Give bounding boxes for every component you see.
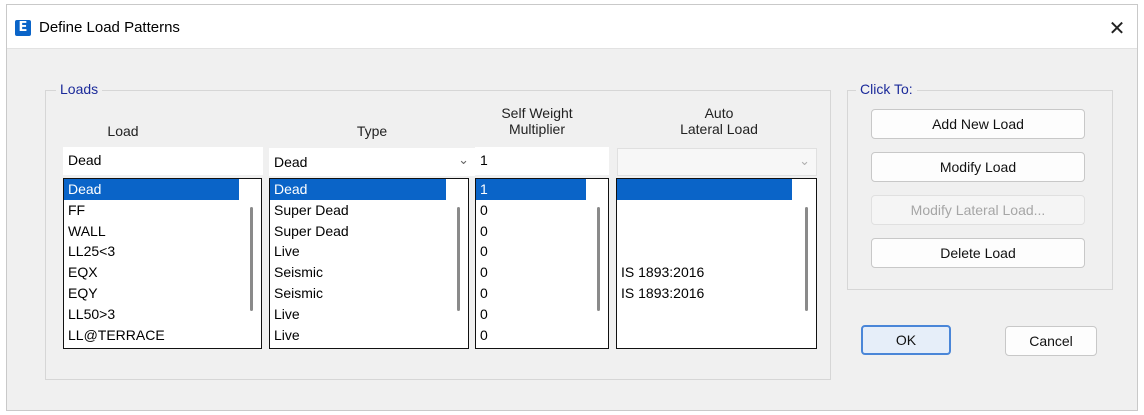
type-list[interactable]: Dead Super Dead Super Dead Live Seismic … (269, 178, 469, 349)
list-item[interactable] (617, 325, 816, 346)
cancel-button[interactable]: Cancel (1005, 326, 1097, 356)
type-combobox[interactable]: Dead ⌄ (269, 148, 475, 176)
header-auto-line2: Lateral Load (680, 121, 758, 137)
list-item[interactable] (617, 241, 816, 262)
ok-button[interactable]: OK (861, 325, 951, 355)
list-item[interactable]: Live (270, 325, 468, 346)
list-item[interactable]: Super Dead (270, 200, 468, 221)
list-item[interactable]: IS 1893:2016 (617, 283, 816, 304)
list-item[interactable]: 0 (476, 325, 608, 346)
list-item[interactable]: Super Dead (270, 221, 468, 242)
list-item[interactable]: Dead (64, 179, 239, 200)
list-item[interactable] (617, 179, 792, 200)
type-list-scrollbar[interactable] (457, 207, 460, 311)
header-self-weight-line1: Self Weight (501, 105, 573, 121)
header-auto-line1: Auto (704, 105, 734, 121)
list-item[interactable]: WALL (64, 221, 261, 242)
dialog-title: Define Load Patterns (39, 19, 180, 36)
list-item[interactable]: 0 (476, 221, 608, 242)
list-item[interactable]: Dead (270, 179, 446, 200)
add-new-load-button[interactable]: Add New Load (871, 109, 1085, 139)
list-item[interactable] (617, 200, 816, 221)
load-list-scrollbar[interactable] (250, 207, 253, 311)
header-load: Load (107, 123, 139, 139)
list-item[interactable]: LL@TERRACE (64, 325, 261, 346)
header-self-weight-line2: Multiplier (508, 121, 565, 137)
list-item[interactable]: LL25<3 (64, 241, 261, 262)
list-item[interactable]: IS 1893:2016 (617, 262, 816, 283)
load-name-input[interactable]: Dead (63, 147, 263, 175)
list-item[interactable]: 0 (476, 283, 608, 304)
auto-lateral-list-scrollbar[interactable] (805, 207, 808, 311)
header-self-weight: Self Weight Multiplier (469, 105, 605, 137)
loads-legend: Loads (56, 81, 103, 97)
header-auto-lateral: Auto Lateral Load (619, 105, 819, 137)
header-type: Type (356, 123, 388, 139)
list-item[interactable]: 1 (476, 179, 586, 200)
self-weight-input[interactable]: 1 (475, 147, 609, 175)
chevron-down-icon[interactable]: ⌄ (799, 154, 810, 169)
list-item[interactable]: 0 (476, 200, 608, 221)
dialog-window: E Define Load Patterns ✕ Loads Load Type… (6, 4, 1138, 411)
list-item[interactable]: 0 (476, 262, 608, 283)
load-list[interactable]: Dead FF WALL LL25<3 EQX EQY LL50>3 LL@TE… (63, 178, 262, 349)
list-item[interactable]: 0 (476, 241, 608, 262)
title-bar: E Define Load Patterns ✕ (7, 5, 1137, 49)
delete-load-button[interactable]: Delete Load (871, 238, 1085, 268)
list-item[interactable]: Seismic (270, 262, 468, 283)
multiplier-list[interactable]: 1 0 0 0 0 0 0 0 (475, 178, 609, 349)
auto-lateral-combobox[interactable]: ⌄ (617, 148, 817, 176)
list-item[interactable]: FF (64, 200, 261, 221)
list-item[interactable]: EQY (64, 283, 261, 304)
list-item[interactable]: EQX (64, 262, 261, 283)
multiplier-list-scrollbar[interactable] (597, 207, 600, 311)
list-item[interactable]: LL50>3 (64, 304, 261, 325)
modify-load-button[interactable]: Modify Load (871, 152, 1085, 182)
app-icon: E (15, 20, 31, 36)
list-item[interactable] (617, 221, 816, 242)
chevron-down-icon[interactable]: ⌄ (458, 153, 469, 168)
modify-lateral-load-button[interactable]: Modify Lateral Load... (871, 195, 1085, 225)
type-combobox-value: Dead (274, 154, 308, 170)
close-icon[interactable]: ✕ (1103, 14, 1131, 42)
list-item[interactable]: Seismic (270, 283, 468, 304)
list-item[interactable]: 0 (476, 304, 608, 325)
click-to-legend: Click To: (856, 81, 917, 97)
auto-lateral-list[interactable]: IS 1893:2016 IS 1893:2016 (616, 178, 817, 349)
list-item[interactable]: Live (270, 241, 468, 262)
list-item[interactable]: Live (270, 304, 468, 325)
list-item[interactable] (617, 304, 816, 325)
